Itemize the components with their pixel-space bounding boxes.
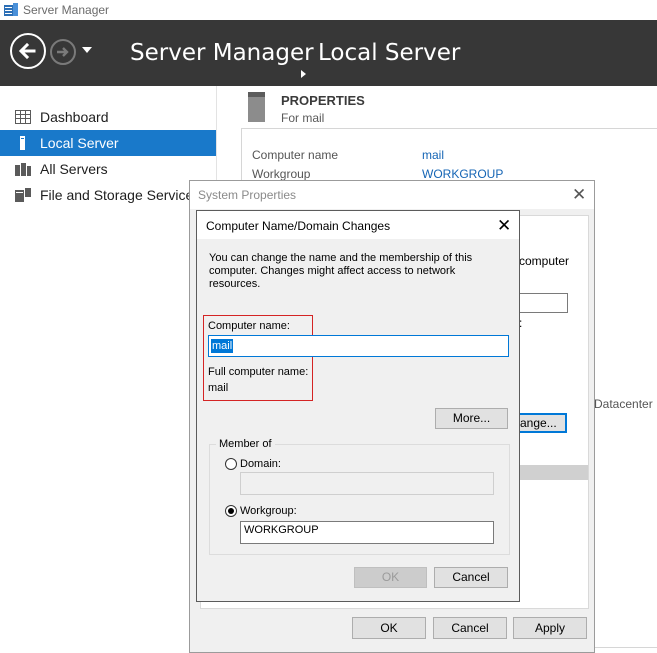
arrow-right-icon: [57, 47, 69, 57]
dialog-description: You can change the name and the membersh…: [209, 252, 473, 290]
change-button[interactable]: ange...: [513, 413, 567, 433]
dialog-title: Computer Name/Domain Changes: [206, 219, 391, 233]
cancel-button[interactable]: Cancel: [433, 617, 507, 639]
title-bar: Server Manager: [0, 0, 657, 20]
workgroup-input[interactable]: WORKGROUP: [240, 521, 494, 544]
domain-input[interactable]: [240, 472, 494, 495]
system-properties-text-fragment: computer: [519, 254, 570, 268]
sidebar-item-all-servers[interactable]: All Servers: [0, 156, 216, 182]
sidebar-item-label: Dashboard: [40, 109, 109, 125]
system-properties-close-icon[interactable]: ✕: [572, 186, 586, 203]
property-label: Computer name: [252, 148, 339, 162]
computer-name-value: mail: [211, 339, 234, 353]
member-of-legend: Member of: [216, 438, 275, 450]
window-title: Server Manager: [23, 3, 110, 17]
arrow-left-icon: [18, 42, 36, 60]
apply-button[interactable]: Apply: [513, 617, 587, 639]
full-computer-name-value: mail: [208, 382, 229, 394]
history-dropdown-icon[interactable]: [82, 47, 92, 53]
dialog-cancel-button-label: Cancel: [452, 570, 490, 584]
sidebar-item-file-storage[interactable]: File and Storage Services: [0, 182, 216, 208]
dialog-close-icon[interactable]: ✕: [497, 217, 511, 234]
sidebar-item-label: Local Server: [40, 135, 119, 151]
file-storage-icon: [15, 188, 31, 202]
sidebar-item-dashboard[interactable]: Dashboard: [0, 104, 216, 130]
domain-label: Domain:: [240, 458, 281, 470]
dialog-ok-button-label: OK: [381, 570, 400, 584]
workgroup-radio[interactable]: [225, 505, 237, 517]
header-bar: Server Manager Local Server: [0, 20, 657, 86]
local-server-icon: [20, 136, 25, 150]
more-button[interactable]: More...: [435, 408, 508, 429]
system-properties-band: [519, 465, 588, 480]
property-value-link[interactable]: WORKGROUP: [422, 167, 503, 181]
sidebar-item-label: All Servers: [40, 161, 108, 177]
computer-name-label: Computer name:: [208, 320, 290, 332]
workgroup-label: Workgroup:: [240, 505, 297, 517]
dashboard-icon: [15, 110, 31, 124]
breadcrumb-root[interactable]: Server Manager: [130, 40, 314, 66]
sidebar-item-local-server[interactable]: Local Server: [0, 130, 216, 156]
change-button-label: ange...: [520, 416, 557, 430]
sidebar-item-label: File and Storage Services: [40, 187, 201, 203]
back-button[interactable]: [10, 33, 46, 69]
server-manager-icon: [4, 3, 18, 16]
ok-button-label: OK: [380, 621, 398, 635]
properties-subtitle: For mail: [281, 111, 325, 125]
dialog-cancel-button[interactable]: Cancel: [434, 567, 508, 588]
more-button-label: More...: [452, 411, 491, 425]
breadcrumb-separator-icon: [301, 70, 306, 78]
breadcrumb-current: Local Server: [318, 40, 461, 66]
system-properties-field[interactable]: [519, 293, 568, 313]
workgroup-input-value: WORKGROUP: [244, 524, 319, 536]
cancel-button-label: Cancel: [451, 621, 489, 635]
properties-title: PROPERTIES: [281, 93, 365, 108]
ok-button[interactable]: OK: [352, 617, 426, 639]
property-label: Workgroup: [252, 167, 311, 181]
property-value-link[interactable]: mail: [422, 148, 444, 162]
domain-radio[interactable]: [225, 458, 237, 470]
forward-button[interactable]: [50, 39, 76, 65]
system-properties-title: System Properties: [198, 188, 297, 202]
dialog-ok-button[interactable]: OK: [354, 567, 427, 588]
property-value-partial: Datacenter: [594, 397, 653, 411]
full-computer-name-label: Full computer name:: [208, 366, 309, 378]
computer-name-input[interactable]: mail: [208, 335, 509, 357]
apply-button-label: Apply: [534, 621, 566, 635]
properties-icon: [248, 92, 265, 122]
all-servers-icon: [15, 163, 31, 176]
